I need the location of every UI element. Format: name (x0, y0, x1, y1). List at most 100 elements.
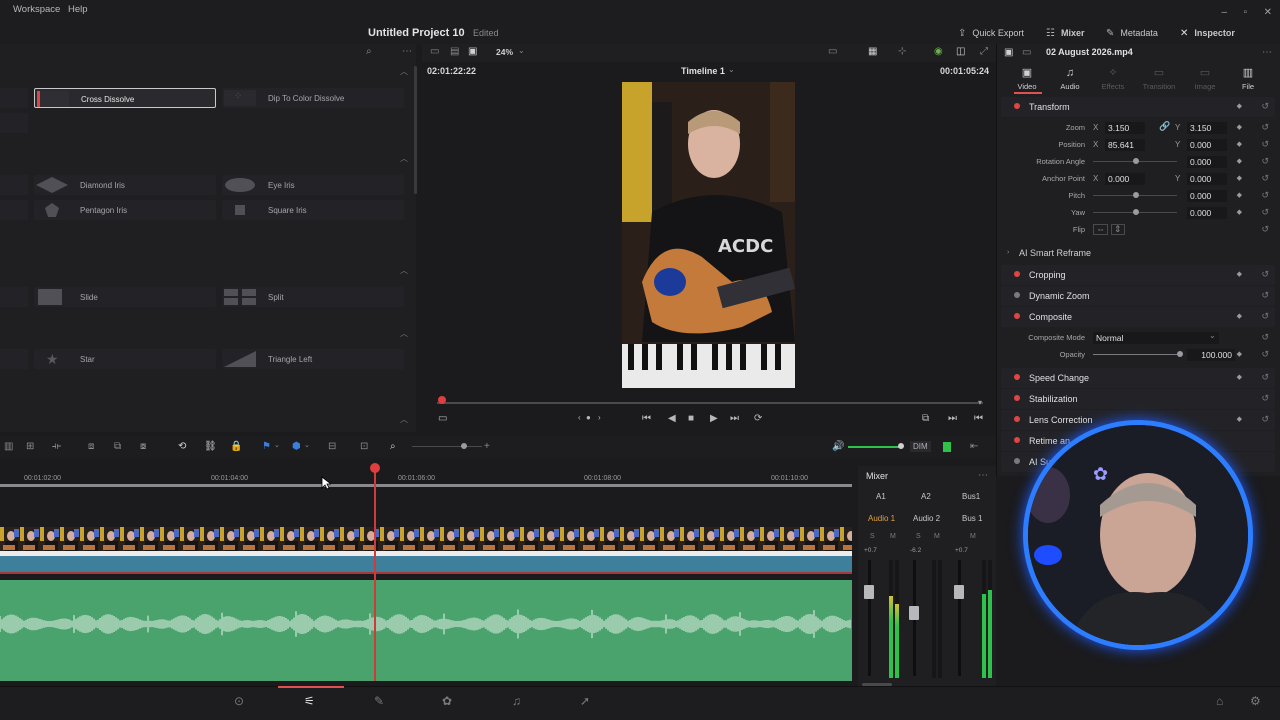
zoom-custom-icon[interactable]: ⌕ (390, 442, 396, 452)
menu-workspace[interactable]: Workspace (13, 4, 60, 15)
list-item-stub[interactable] (0, 113, 28, 133)
deliver-page-icon[interactable]: ➚ (580, 695, 590, 707)
reset-icon[interactable]: ↺ (1261, 290, 1269, 301)
out-point-marker[interactable]: ▾ (978, 398, 982, 407)
media-page-icon[interactable]: ⊙ (234, 695, 244, 707)
loop-icon[interactable]: ⟳ (754, 414, 762, 424)
reset-icon[interactable]: ↺ (1261, 349, 1269, 360)
position-y-field[interactable]: 0.000 (1187, 139, 1227, 151)
reset-icon[interactable]: ↺ (1261, 101, 1269, 112)
keyframe-icon[interactable]: ◆ (1237, 208, 1242, 216)
reset-icon[interactable]: ↺ (1261, 332, 1269, 343)
options-icon[interactable]: ⋯ (402, 47, 412, 57)
channel-name[interactable]: Audio 1 (868, 514, 895, 523)
dim-button[interactable]: DIM (910, 441, 931, 452)
zoom-level[interactable]: 24% (496, 47, 513, 57)
keyframe-icon[interactable]: ◆ (1237, 157, 1242, 165)
reset-icon[interactable]: ↺ (1261, 372, 1269, 383)
match-frame-icon[interactable]: ⧉ (922, 414, 929, 424)
tab-video[interactable]: ▣ Video (1007, 68, 1047, 92)
chevron-down-icon[interactable]: ⌄ (518, 47, 525, 55)
effect-dip-to-color[interactable]: ⁘ Dip To Color Dissolve (222, 88, 404, 108)
slider-knob[interactable] (1177, 351, 1183, 357)
jog-right-icon[interactable]: › (598, 414, 601, 422)
safe-area-icon[interactable]: ▭ (828, 47, 837, 57)
next-frame-icon[interactable]: ⏭ (948, 414, 957, 424)
keyframe-icon[interactable]: ◆ (1237, 174, 1242, 182)
previous-frame-icon[interactable]: ⏮ (974, 414, 983, 424)
audio-clip[interactable] (0, 580, 852, 681)
snapping-icon[interactable]: ⟲ (178, 442, 186, 452)
enable-toggle[interactable] (1014, 437, 1020, 443)
section-stabilization[interactable]: Stabilization ↺ (1001, 389, 1275, 409)
solo-button[interactable]: S (870, 533, 875, 540)
yaw-field[interactable]: 0.000 (1187, 207, 1227, 219)
layout-icon[interactable]: ▣ (468, 47, 477, 57)
keyframe-icon[interactable]: ◆ (1237, 350, 1242, 358)
go-to-start-icon[interactable]: ⏮ (642, 414, 651, 424)
enable-toggle[interactable] (1014, 271, 1020, 277)
zoom-y-field[interactable]: 3.150 (1187, 122, 1227, 134)
list-item-stub[interactable] (0, 175, 28, 195)
view-options-icon[interactable]: ▦ (868, 47, 877, 57)
effect-slide[interactable]: Slide (34, 287, 216, 307)
reset-icon[interactable]: ↺ (1261, 224, 1269, 235)
chevron-down-icon[interactable]: ⌄ (1209, 332, 1216, 340)
fader-a1[interactable] (864, 585, 874, 599)
section-transform[interactable]: Transform ◆ ↺ (1001, 97, 1275, 117)
enable-toggle[interactable] (1014, 313, 1020, 319)
anchor-x-field[interactable]: 0.000 (1105, 173, 1145, 185)
link-icon[interactable]: ⛓ (204, 442, 217, 452)
enable-toggle[interactable] (1014, 458, 1020, 464)
trim-mode-icon[interactable]: ⊞ (26, 442, 34, 452)
position-x-field[interactable]: 85.641 (1105, 139, 1145, 151)
solo-button[interactable]: S (916, 533, 921, 540)
jog-dot-icon[interactable]: ● (586, 414, 591, 422)
source-timecode[interactable]: 02:01:22:22 (427, 66, 476, 76)
flip-vertical-icon[interactable]: ⇕ (1111, 224, 1125, 235)
effect-split[interactable]: Split (222, 287, 404, 307)
playhead-handle[interactable] (370, 463, 380, 473)
enable-toggle[interactable] (1014, 416, 1020, 422)
reset-icon[interactable]: ↺ (1261, 190, 1269, 201)
playhead[interactable] (374, 466, 376, 681)
section-cropping[interactable]: Cropping ◆ ↺ (1001, 265, 1275, 285)
color-icon[interactable]: ◉ (934, 47, 943, 57)
flag-icon[interactable]: ⚑ (262, 442, 271, 452)
section-speed-change[interactable]: Speed Change ◆ ↺ (1001, 368, 1275, 388)
pitch-field[interactable]: 0.000 (1187, 190, 1227, 202)
go-to-end-icon[interactable]: ⏭ (730, 414, 739, 424)
zoom-full-icon[interactable]: ⊟ (328, 442, 336, 452)
list-item-stub[interactable] (0, 287, 28, 307)
stop-icon[interactable]: ■ (688, 414, 694, 424)
edit-page-icon[interactable]: ⚟ (304, 695, 315, 707)
keyframe-icon[interactable]: ◆ (1237, 415, 1242, 423)
reset-icon[interactable]: ↺ (1261, 173, 1269, 184)
fullscreen-icon[interactable]: ⤢ (980, 47, 988, 57)
flip-horizontal-icon[interactable]: ⇔ (1093, 224, 1108, 235)
reset-icon[interactable]: ↺ (1261, 207, 1269, 218)
tab-image[interactable]: ▭ Image (1185, 68, 1225, 92)
home-icon[interactable]: ⌂ (1216, 695, 1223, 707)
keyframe-icon[interactable]: ◆ (1237, 123, 1242, 131)
clip-mode-icon[interactable]: ▭ (438, 414, 447, 424)
marker-icon[interactable]: ⬢ (292, 442, 301, 452)
volume-knob[interactable] (898, 443, 904, 449)
slider-knob[interactable] (1133, 209, 1139, 215)
replace-clip-icon[interactable]: ⧇ (140, 442, 146, 452)
volume-slider[interactable] (848, 446, 900, 448)
mute-button[interactable]: M (934, 533, 940, 540)
keyframe-icon[interactable]: ◆ (1237, 191, 1242, 199)
quick-export-button[interactable]: ⇪ Quick Export (958, 28, 1024, 39)
mute-button[interactable]: M (890, 533, 896, 540)
tab-file[interactable]: ▥ File (1228, 68, 1268, 92)
dual-view-icon[interactable]: ◫ (956, 47, 965, 57)
speaker-icon[interactable]: 🔊 (832, 442, 844, 452)
zoom-slider-knob[interactable] (461, 443, 467, 449)
reset-icon[interactable]: ↺ (1261, 139, 1269, 150)
zoom-x-field[interactable]: 3.150 (1105, 122, 1145, 134)
slider-knob[interactable] (1133, 192, 1139, 198)
composite-mode-dropdown[interactable]: Normal (1093, 332, 1219, 344)
metadata-button[interactable]: ✎ Metadata (1106, 28, 1158, 39)
slider-knob[interactable] (1133, 158, 1139, 164)
